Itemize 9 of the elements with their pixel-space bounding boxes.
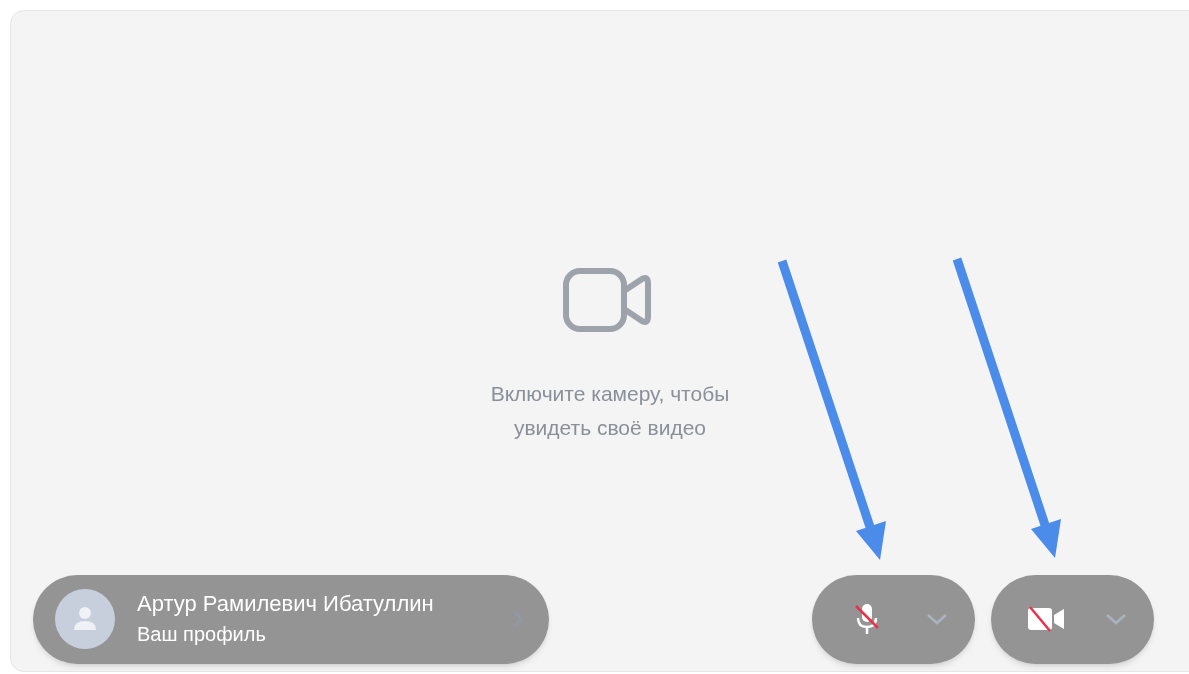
profile-name: Артур Рамилевич Ибатуллин — [137, 590, 434, 618]
chevron-down-icon — [926, 613, 948, 625]
avatar-icon — [55, 589, 115, 649]
video-camera-icon — [562, 267, 654, 333]
camera-hint-text: Включите камеру, чтобы увидеть своё видео — [489, 381, 731, 441]
profile-button[interactable]: Артур Рамилевич Ибатуллин Ваш профиль — [33, 574, 549, 664]
chevron-right-icon — [513, 610, 523, 628]
chevron-down-icon — [1105, 613, 1127, 625]
profile-subtitle: Ваш профиль — [137, 622, 266, 647]
